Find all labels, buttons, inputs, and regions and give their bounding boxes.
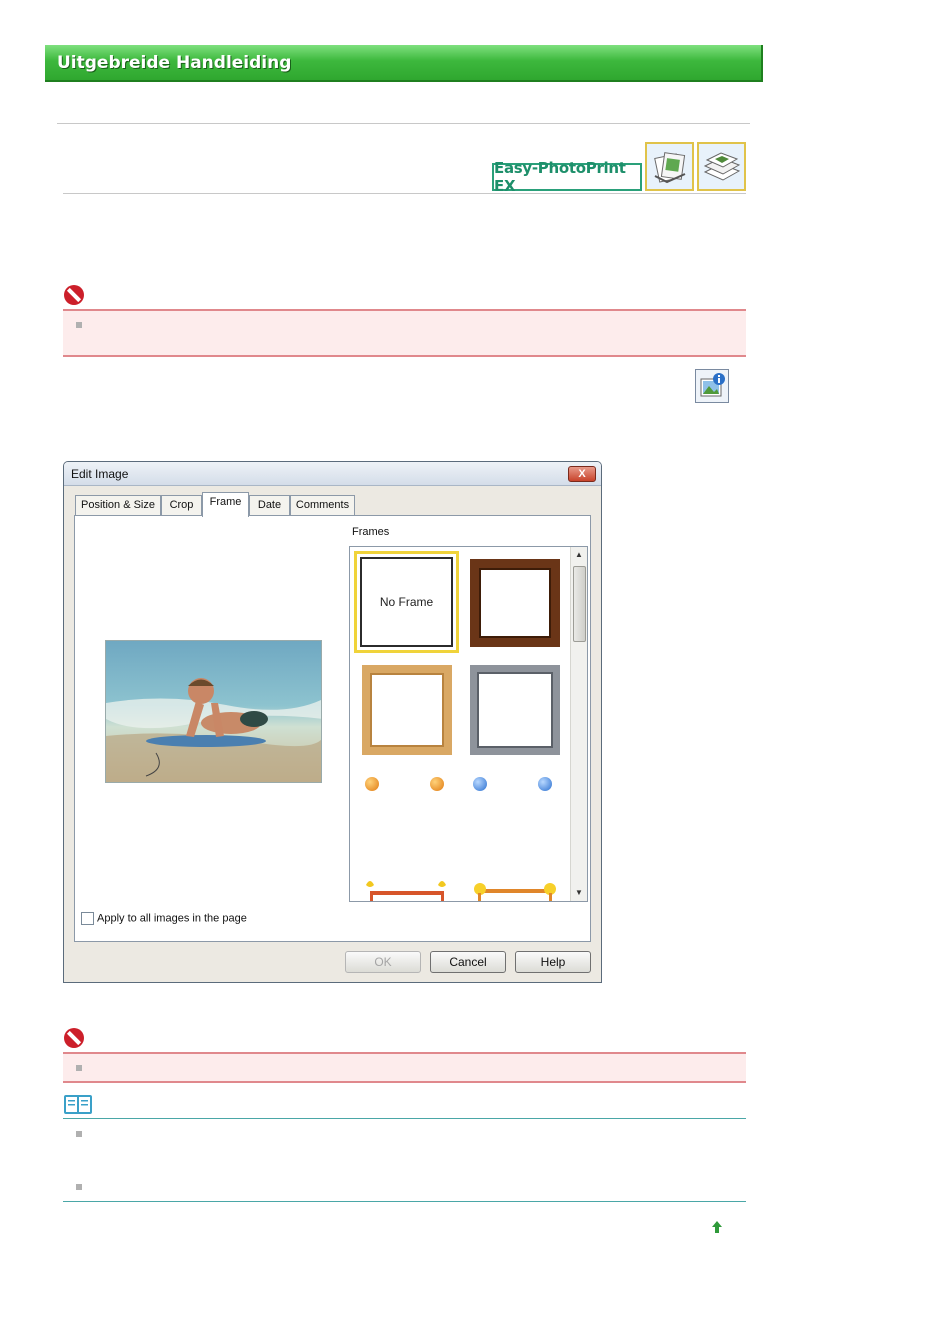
caution-box-2 (63, 1052, 746, 1083)
product-logo-text: Easy-PhotoPrint EX (494, 159, 626, 195)
prohibited-icon (63, 1027, 85, 1049)
caution-box-1 (63, 309, 746, 357)
frames-scrollbar[interactable]: ▲ ▼ (570, 547, 587, 901)
ok-button[interactable]: OK (345, 951, 421, 973)
help-button[interactable]: Help (515, 951, 591, 973)
note-book-icon (63, 1093, 93, 1115)
back-to-top-arrow-icon[interactable] (710, 1220, 724, 1234)
frame-option-light-wood[interactable] (362, 665, 452, 755)
tab-position-size[interactable]: Position & Size (75, 495, 161, 516)
scroll-thumb[interactable] (573, 566, 586, 642)
frame-option-blue-pins[interactable] (470, 775, 560, 805)
frame-option-butterfly[interactable] (362, 877, 452, 901)
divider-top (57, 123, 750, 124)
apply-all-label: Apply to all images in the page (97, 912, 247, 925)
frame-option-dark-wood[interactable] (470, 559, 560, 647)
apply-all-row[interactable]: Apply to all images in the page (81, 912, 247, 925)
manual-header-banner: Uitgebreide Handleiding (45, 45, 763, 82)
prohibited-icon (63, 284, 85, 306)
layout-print-app-icon[interactable] (697, 142, 746, 191)
close-button[interactable]: X (568, 466, 596, 482)
bullet-marker (76, 1065, 82, 1071)
tab-date[interactable]: Date (249, 495, 290, 516)
scroll-up-icon[interactable]: ▲ (571, 547, 587, 563)
dialog-title: Edit Image (71, 467, 129, 481)
frame-option-metal[interactable] (470, 665, 560, 755)
image-info-icon[interactable] (695, 369, 729, 403)
divider-logo (63, 193, 746, 194)
cancel-button[interactable]: Cancel (430, 951, 506, 973)
album-app-icon[interactable] (645, 142, 694, 191)
bullet-marker (76, 1131, 82, 1137)
orange-pin-icon (430, 777, 444, 791)
note-top-rule (63, 1118, 746, 1119)
blue-pin-icon (473, 777, 487, 791)
blue-pin-icon (538, 777, 552, 791)
apply-all-checkbox[interactable] (81, 912, 94, 925)
note-bottom-rule (63, 1201, 746, 1202)
tab-crop[interactable]: Crop (161, 495, 202, 516)
frame-option-none[interactable]: No Frame (354, 551, 459, 653)
frame-tab-panel: Frames No Frame ▲ ▼ (74, 515, 591, 942)
frames-list[interactable]: No Frame ▲ ▼ (349, 546, 588, 902)
frames-label: Frames (352, 526, 390, 538)
bullet-marker (76, 1184, 82, 1190)
no-frame-tile: No Frame (360, 557, 453, 647)
tab-frame[interactable]: Frame (202, 492, 249, 517)
tab-comments[interactable]: Comments (290, 495, 355, 516)
dialog-titlebar: Edit Image X (64, 462, 601, 486)
no-frame-label: No Frame (379, 595, 434, 609)
edit-image-dialog: Edit Image X Position & Size Crop Frame … (63, 461, 602, 983)
frame-option-orange-pins[interactable] (362, 775, 452, 805)
scroll-down-icon[interactable]: ▼ (571, 885, 587, 901)
orange-pin-icon (365, 777, 379, 791)
image-preview (105, 640, 322, 783)
bullet-marker (76, 322, 82, 328)
frame-option-yellow-bar[interactable] (470, 877, 560, 901)
product-logo: Easy-PhotoPrint EX (492, 159, 642, 195)
manual-title: Uitgebreide Handleiding (57, 53, 292, 73)
